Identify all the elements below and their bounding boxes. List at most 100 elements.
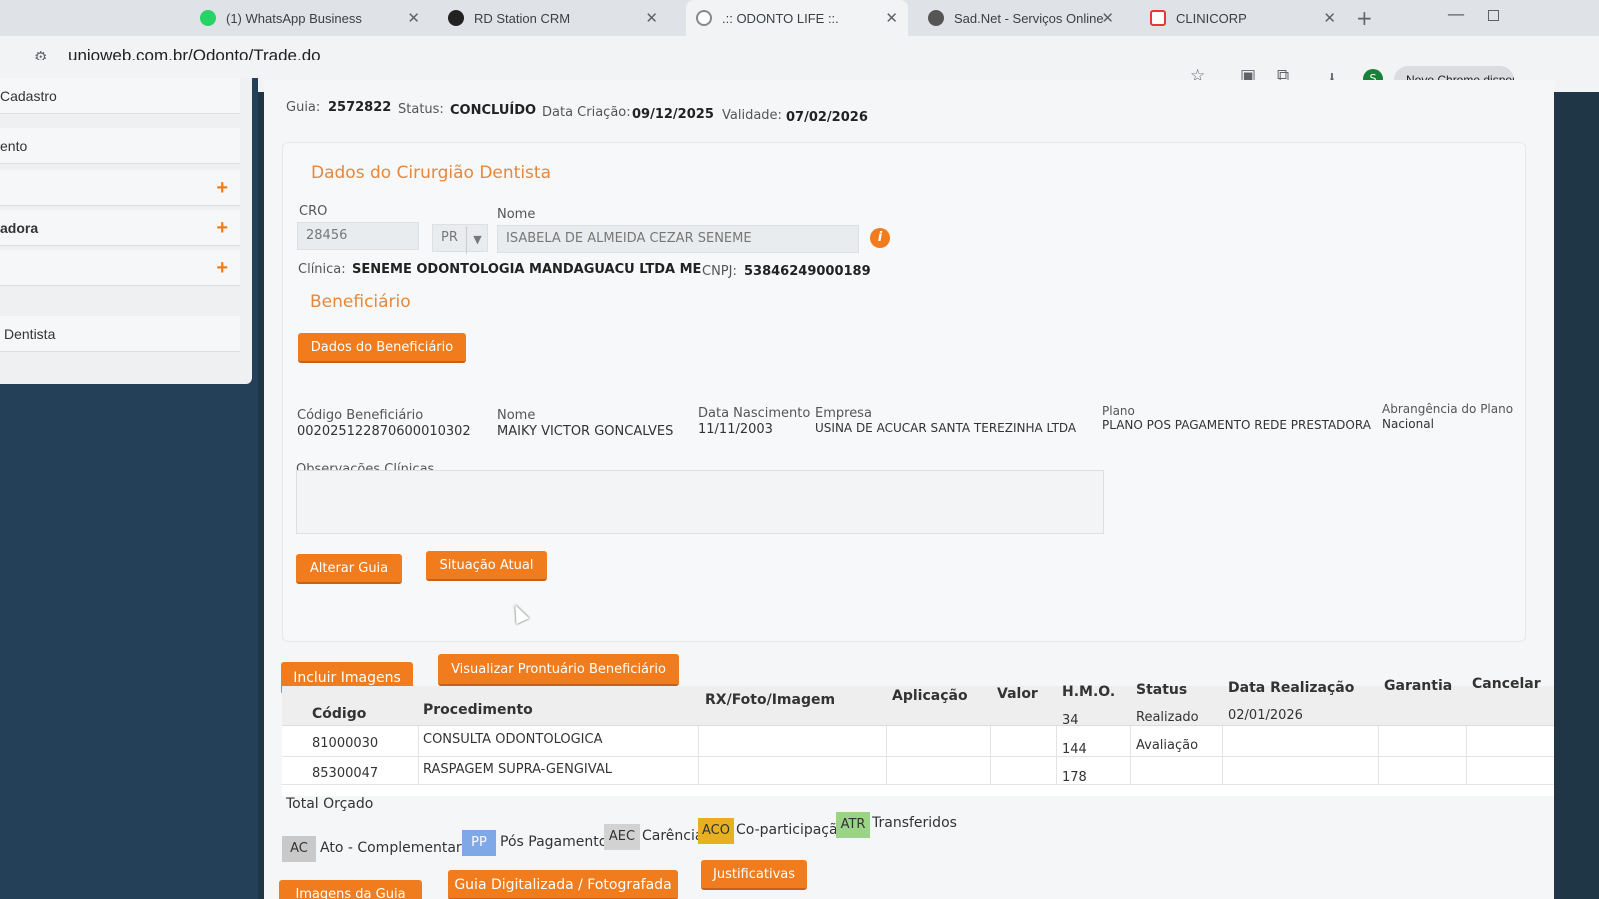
dentista-nome-field[interactable]: ISABELA DE ALMEIDA CEZAR SENEME [497,225,859,253]
plus-icon[interactable]: + [216,250,228,286]
data-criacao-value: 09/12/2025 [632,107,714,122]
col-divider [886,726,887,784]
imagens-da-guia-button[interactable]: Imagens da Guia [279,880,422,899]
dentista-section-title: Dados do Cirurgião Dentista [311,163,551,183]
plus-icon[interactable]: + [216,210,228,246]
plus-icon[interactable]: + [216,170,228,206]
justificativas-button[interactable]: Justificativas [701,860,807,890]
col-header-valor: Valor [997,686,1038,702]
clinicorp-icon [1150,10,1166,26]
legend-tag-aco: ACO [698,818,734,844]
legend-label-aec: Carência [642,828,704,844]
empresa-label: Empresa [815,406,872,421]
sidebar-item-dentista[interactable]: Dentista [0,316,240,352]
data-nascimento-value: 11/11/2003 [698,422,773,437]
col-divider [1130,726,1131,784]
legend-tag-aec: AEC [604,824,640,850]
rd-station-icon [448,10,464,26]
col-header-cancelar: Cancelar [1472,676,1541,692]
situacao-atual-button[interactable]: Situação Atual [426,551,547,581]
guia-digitalizada-button[interactable]: Guia Digitalizada / Fotografada [448,870,678,899]
cell-hmo: 34 [1062,713,1079,728]
cell-data-realizacao: 02/01/2026 [1228,708,1303,723]
abrangencia-label: Abrangência do Plano [1382,402,1514,416]
tab-title: Sad.Net - Serviços Online [954,10,1104,26]
alterar-guia-button[interactable]: Alterar Guia [296,554,402,584]
cro-label: CRO [299,204,328,219]
cro-field[interactable]: 28456 [297,222,419,250]
sidebar-item-atendimento[interactable]: ento [0,128,240,164]
maximize-icon[interactable] [1488,10,1499,21]
close-icon[interactable]: ✕ [1101,9,1114,27]
legend-label-atr: Transferidos [872,815,957,831]
cell-codigo: 81000030 [312,736,379,751]
chevron-down-icon[interactable]: ▼ [466,226,488,254]
col-divider [1222,726,1223,784]
tab-whatsapp[interactable]: (1) WhatsApp Business ✕ [190,0,430,36]
cell-codigo: 85300047 [312,766,379,781]
cell-hmo: 178 [1062,770,1087,785]
sidebar-item-label: Cadastro [0,88,57,104]
cell-procedimento: RASPAGEM SUPRA-GENGIVAL [423,762,612,777]
tab-sadnet[interactable]: Sad.Net - Serviços Online ✕ [918,0,1124,36]
globe-icon [928,10,944,26]
legend-label-ac: Ato - Complementar [320,840,462,856]
close-icon[interactable]: ✕ [407,9,420,27]
sidebar-item-label: adora [0,220,39,236]
validade-value: 07/02/2026 [786,110,868,125]
tab-clinicorp[interactable]: CLINICORP ✕ [1140,0,1346,36]
col-divider [990,726,991,784]
odonto-life-icon [696,10,712,26]
sidebar-item-cadastro[interactable]: Cadastro [0,78,240,114]
validade-label: Validade: [722,108,782,123]
guia-label: Guia: [286,100,321,115]
sidebar-item-expandable[interactable]: + [0,170,240,206]
data-criacao-label: Data Criação: [542,105,631,120]
guia-number: 2572822 [328,100,392,115]
cell-hmo: 144 [1062,742,1087,757]
abrangencia-value: Nacional [1382,417,1434,431]
info-icon[interactable]: i [870,228,890,248]
codigo-beneficiario-label: Código Beneficiário [297,408,424,423]
col-header-rx: RX/Foto/Imagem [705,692,836,708]
plano-label: Plano [1102,404,1135,418]
codigo-beneficiario-value: 002025122870600010302 [297,424,471,439]
row-divider [282,756,1554,757]
visualizar-prontuario-button[interactable]: Visualizar Prontuário Beneficiário [438,654,679,686]
col-divider [1466,726,1467,784]
legend-tag-pp: PP [462,830,496,856]
tab-title: (1) WhatsApp Business [226,10,362,26]
sidebar-menu: Cadastro ento + adora + + Dentista [0,78,252,384]
col-header-aplicacao: Aplicação [892,688,968,704]
close-icon[interactable]: ✕ [885,9,898,27]
sidebar-item-label: ento [0,138,28,154]
beneficiario-nome-label: Nome [497,408,536,423]
row-divider [282,784,1554,785]
clinica-value: SENEME ODONTOLOGIA MANDAGUACU LTDA ME [352,262,702,277]
total-orcado-label: Total Orçado [286,796,374,812]
sidebar-item-operadora[interactable]: adora + [0,210,240,246]
cell-procedimento: CONSULTA ODONTOLOGICA [423,732,603,747]
cnpj-label: CNPJ: [702,264,737,279]
status-value: CONCLUÍDO [450,103,537,118]
tab-rd-station[interactable]: RD Station CRM ✕ [438,0,668,36]
col-header-garantia: Garantia [1384,678,1453,694]
dentista-nome-label: Nome [497,207,536,222]
tab-odonto-life[interactable]: .:: ODONTO LIFE ::. ✕ [686,0,908,36]
dados-beneficiario-button[interactable]: Dados do Beneficiário [298,333,466,363]
new-tab-icon[interactable]: + [1356,6,1373,30]
data-nascimento-label: Data Nascimento [698,406,811,421]
col-divider [1056,726,1057,784]
col-divider [418,726,419,784]
beneficiario-section-title: Beneficiário [310,292,411,312]
col-divider [698,726,699,784]
plano-value: PLANO POS PAGAMENTO REDE PRESTADORA [1102,418,1371,432]
observacoes-textarea[interactable] [296,470,1104,534]
whatsapp-icon [200,10,216,26]
minimize-icon[interactable]: — [1447,4,1465,25]
close-icon[interactable]: ✕ [645,9,658,27]
sidebar-item-expandable[interactable]: + [0,250,240,286]
legend-tag-atr: ATR [836,812,870,838]
legend-label-pp: Pós Pagamento [500,834,608,850]
close-icon[interactable]: ✕ [1323,9,1336,27]
